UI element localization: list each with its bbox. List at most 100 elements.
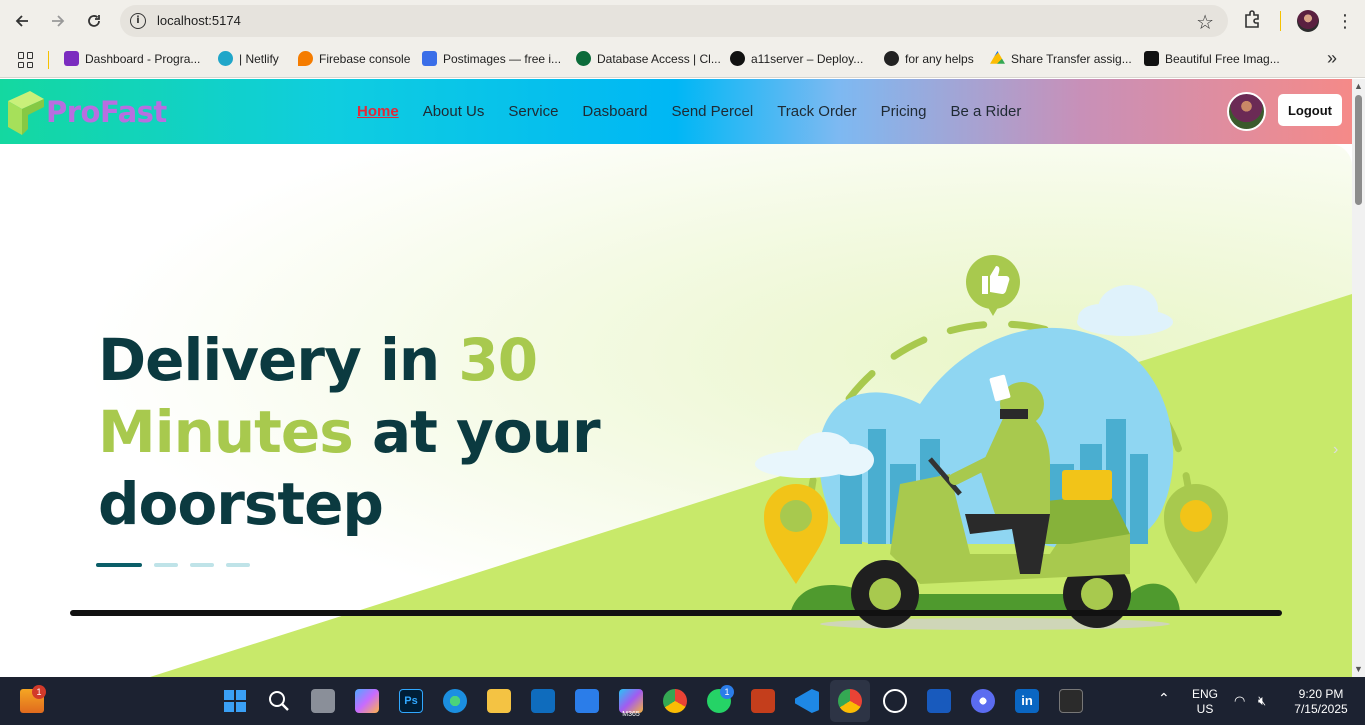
photoshop-icon[interactable]: Ps: [399, 689, 423, 713]
scroll-up-icon[interactable]: ▲: [1354, 81, 1363, 91]
site-logo[interactable]: ProFast: [8, 89, 167, 135]
delivery-scooter-illustration: [755, 255, 1228, 630]
bookmark-label: Postimages — free i...: [443, 51, 562, 66]
bookmark-dashboard[interactable]: Dashboard - Progra...: [64, 51, 200, 66]
url-text[interactable]: localhost:5174: [157, 13, 241, 28]
forward-button[interactable]: [46, 9, 70, 33]
user-avatar[interactable]: [1227, 92, 1266, 131]
word-icon[interactable]: [927, 689, 951, 713]
headline-accent-word: Minutes: [98, 398, 354, 466]
chatgpt-icon[interactable]: [883, 689, 907, 713]
headline-line3-text: doorstep: [98, 470, 384, 538]
bookmark-postimages[interactable]: Postimages — free i...: [422, 51, 561, 66]
bookmark-star-icon[interactable]: ☆: [1196, 10, 1214, 35]
headline-accent-number: 30: [458, 326, 538, 394]
nav-track-order[interactable]: Track Order: [777, 103, 856, 120]
language-indicator[interactable]: ENG US: [1190, 687, 1220, 717]
clock-time: 9:20 PM: [1298, 687, 1344, 701]
site-info-icon[interactable]: i: [130, 13, 146, 29]
task-view-icon[interactable]: [311, 689, 335, 713]
bookmark-database-access[interactable]: Database Access | Cl...: [576, 51, 721, 66]
nav-about-us[interactable]: About Us: [423, 103, 485, 120]
chrome-icon[interactable]: [663, 689, 687, 713]
search-icon[interactable]: [267, 689, 291, 713]
nav-be-a-rider[interactable]: Be a Rider: [951, 103, 1022, 120]
wifi-icon[interactable]: ◠: [1234, 693, 1245, 708]
firebase-favicon-icon: [298, 51, 313, 66]
bookmark-for-any-helps[interactable]: for any helps: [884, 51, 974, 66]
github-favicon-icon: [884, 51, 899, 66]
netlify-favicon-icon: [218, 51, 233, 66]
powerpoint-icon[interactable]: [751, 689, 775, 713]
chrome-active-icon[interactable]: [838, 689, 862, 713]
nav-send-percel[interactable]: Send Percel: [671, 103, 753, 120]
page-scrollbar[interactable]: ▲ ▼: [1352, 79, 1365, 677]
bookmark-beautiful-free-images[interactable]: Beautiful Free Imag...: [1144, 51, 1280, 66]
bookmark-label: for any helps: [905, 51, 974, 66]
bookmark-firebase[interactable]: Firebase console: [298, 51, 410, 66]
terminal-icon[interactable]: [1059, 689, 1083, 713]
vscode-icon[interactable]: [795, 689, 819, 713]
browser-toolbar: i localhost:5174 ☆ ⋮: [0, 0, 1365, 42]
vercel-favicon-icon: [730, 51, 745, 66]
more-bookmarks-icon[interactable]: »: [1327, 48, 1337, 69]
bookmark-a11server[interactable]: a11server – Deploy...: [730, 51, 863, 66]
nav-service[interactable]: Service: [508, 103, 558, 120]
bookmark-label: Firebase console: [319, 51, 411, 66]
bookmark-label: Share Transfer assig...: [1011, 51, 1132, 66]
postimages-favicon-icon: [422, 51, 437, 66]
reload-button[interactable]: [82, 9, 106, 33]
bookmarks-separator: [48, 51, 49, 69]
nav-dashboard[interactable]: Dasboard: [582, 103, 647, 120]
back-button[interactable]: [10, 9, 34, 33]
carousel-dot[interactable]: [190, 563, 214, 567]
browser-menu-icon[interactable]: ⋮: [1336, 9, 1354, 33]
apps-grid-icon[interactable]: [18, 52, 34, 68]
carousel-dot-active[interactable]: [96, 563, 142, 567]
tray-chevron-icon[interactable]: ⌃: [1158, 691, 1170, 706]
bookmark-label: Beautiful Free Imag...: [1165, 51, 1280, 66]
headline-line2-text: at your: [352, 398, 601, 466]
address-bar[interactable]: i localhost:5174 ☆: [120, 5, 1228, 37]
clock[interactable]: 9:20 PM 7/15/2025: [1288, 687, 1354, 717]
profast-logo-icon: [8, 91, 44, 135]
nav-pricing[interactable]: Pricing: [881, 103, 927, 120]
edge-icon[interactable]: [443, 689, 467, 713]
forward-arrow-icon: [52, 15, 65, 27]
bookmark-share-transfer[interactable]: Share Transfer assig...: [990, 51, 1132, 66]
windows-start-icon[interactable]: [223, 689, 247, 713]
logout-button[interactable]: Logout: [1278, 94, 1342, 126]
scroll-down-icon[interactable]: ▼: [1354, 664, 1363, 674]
copilot-icon[interactable]: [355, 689, 379, 713]
location-pin-left-icon: [764, 484, 828, 584]
region-text: US: [1196, 702, 1214, 716]
profile-avatar[interactable]: [1297, 10, 1319, 32]
messenger-icon[interactable]: [971, 689, 995, 713]
volume-muted-icon[interactable]: 🔇︎: [1258, 693, 1266, 708]
windows-taskbar: 1 Ps M365 1 in ⌃ ENG US ◠ 🔇︎ 9:20 PM 7/1…: [0, 677, 1365, 725]
carousel-indicators: [96, 563, 250, 567]
bookmark-label: | Netlify: [239, 51, 279, 66]
dashboard-favicon-icon: [64, 51, 79, 66]
carousel-dot[interactable]: [154, 563, 178, 567]
nav-home[interactable]: Home: [357, 103, 399, 120]
bookmark-netlify[interactable]: | Netlify: [218, 51, 279, 66]
carousel-next-icon[interactable]: ›: [1333, 441, 1338, 459]
app-viewport: ProFast Home About Us Service Dasboard S…: [0, 79, 1352, 677]
bookmark-label: Dashboard - Progra...: [85, 51, 201, 66]
carousel-dot[interactable]: [226, 563, 250, 567]
mongodb-favicon-icon: [576, 51, 591, 66]
microsoft-store-icon[interactable]: [575, 689, 599, 713]
main-menu: Home About Us Service Dasboard Send Perc…: [357, 103, 1021, 120]
m365-label: M365: [622, 711, 640, 718]
extensions-icon[interactable]: [1242, 9, 1266, 33]
widgets-badge: 1: [32, 685, 46, 699]
hero-headline: Delivery in 30 Minutes at your doorstep: [98, 324, 601, 540]
scroll-thumb[interactable]: [1355, 95, 1362, 205]
cloud-right: [1077, 285, 1173, 336]
file-explorer-icon[interactable]: [487, 689, 511, 713]
linkedin-icon[interactable]: in: [1015, 689, 1039, 713]
outlook-icon[interactable]: [531, 689, 555, 713]
hero-banner: Delivery in 30 Minutes at your doorstep: [0, 144, 1352, 677]
bookmark-label: a11server – Deploy...: [751, 51, 864, 66]
